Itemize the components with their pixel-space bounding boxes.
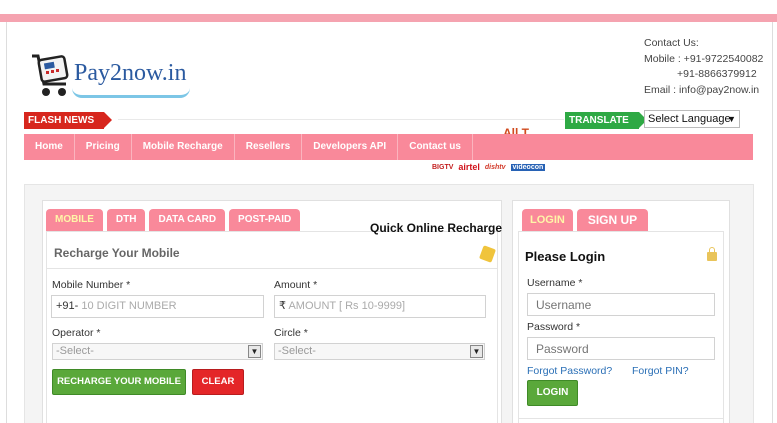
circle-select-value: -Select- [278,345,316,357]
login-divider [518,418,724,419]
login-tabs: LOGIN SIGN UP [522,209,649,231]
flash-news-label: FLASH NEWS [24,112,113,129]
username-label: Username * [527,277,583,289]
nav-item-mobile-recharge[interactable]: Mobile Recharge [132,134,235,160]
clear-button[interactable]: CLEAR [192,369,244,395]
tab-data-card[interactable]: DATA CARD [149,209,226,231]
top-accent-strip [0,14,777,22]
contact-info: Contact Us: Mobile : +91-9722540082 +91-… [644,36,772,98]
language-select-value: Select Language [648,113,731,125]
site-logo[interactable]: Pay2now.in [28,46,198,102]
amount-label: Amount * [274,279,318,291]
rupee-icon: ₹ [279,300,286,312]
tab-post-paid[interactable]: POST-PAID [229,209,301,231]
nav-item-resellers[interactable]: Resellers [235,134,303,160]
tab-sign-up[interactable]: SIGN UP [576,209,649,231]
bigtv-logo: BIGTV [432,163,454,171]
mobile-number-input[interactable]: +91- 10 DIGIT NUMBER [51,295,264,318]
circle-label: Circle * [274,327,308,339]
videocon-logo: videocon [510,163,546,171]
translate-label: TRANSLATE [565,112,647,129]
mobile-number-placeholder: 10 DIGIT NUMBER [81,300,177,312]
operator-select-value: -Select- [56,345,94,357]
forgot-pin-link[interactable]: Forgot PIN? [632,365,689,377]
recharge-tabs: MOBILE DTH DATA CARD POST-PAID [46,209,301,231]
operator-logos: BIGTV airtel dishtv videocon [432,161,546,173]
amount-input[interactable]: ₹ AMOUNT [ Rs 10-9999] [274,295,486,318]
contact-email: Email : info@pay2now.in [644,83,760,96]
contact-mobile-1: Mobile : +91-9722540082 [644,52,764,65]
tab-mobile[interactable]: MOBILE [46,209,103,231]
contact-heading: Contact Us: [644,37,699,49]
recharge-form-title: Recharge Your Mobile [54,246,180,260]
recharge-button[interactable]: RECHARGE YOUR MOBILE [52,369,186,395]
amount-placeholder: AMOUNT [ Rs 10-9999] [288,300,406,312]
username-input[interactable] [527,293,715,316]
forgot-password-link[interactable]: Forgot Password? [527,365,612,377]
chevron-down-icon: ▼ [248,345,261,358]
chevron-down-icon: ▼ [470,345,483,358]
tab-login[interactable]: LOGIN [522,209,573,231]
airtel-logo: airtel [458,162,480,172]
tab-dth[interactable]: DTH [106,209,146,231]
nav-item-contact-us[interactable]: Contact us [398,134,473,160]
dishtv-logo: dishtv [484,163,506,171]
flash-news-ticker-line [118,119,564,120]
shopping-cart-phone-icon [32,54,69,96]
nav-item-developers-api[interactable]: Developers API [302,134,399,160]
password-input[interactable] [527,337,715,360]
login-button[interactable]: LOGIN [527,380,578,406]
operator-select[interactable]: -Select- ▼ [52,343,263,360]
password-label: Password * [527,321,581,333]
circle-select[interactable]: -Select- ▼ [274,343,485,360]
logo-swoosh [72,88,190,98]
mobile-number-label: Mobile Number * [52,279,131,291]
brand-name: Pay2now.in [74,60,187,86]
chevron-down-icon: ▼ [727,114,736,124]
country-code-prefix: +91- [56,300,79,312]
quick-recharge-title: Quick Online Recharge [370,221,503,235]
login-title: Please Login [525,249,606,264]
main-nav: Home Pricing Mobile Recharge Resellers D… [24,134,753,160]
lock-icon [707,247,717,261]
nav-item-home[interactable]: Home [24,134,75,160]
contact-mobile-2: +91-8866379912 [677,68,757,80]
nav-item-pricing[interactable]: Pricing [75,134,132,160]
operator-label: Operator * [52,327,101,339]
language-select[interactable]: Select Language ▼ [644,110,740,128]
